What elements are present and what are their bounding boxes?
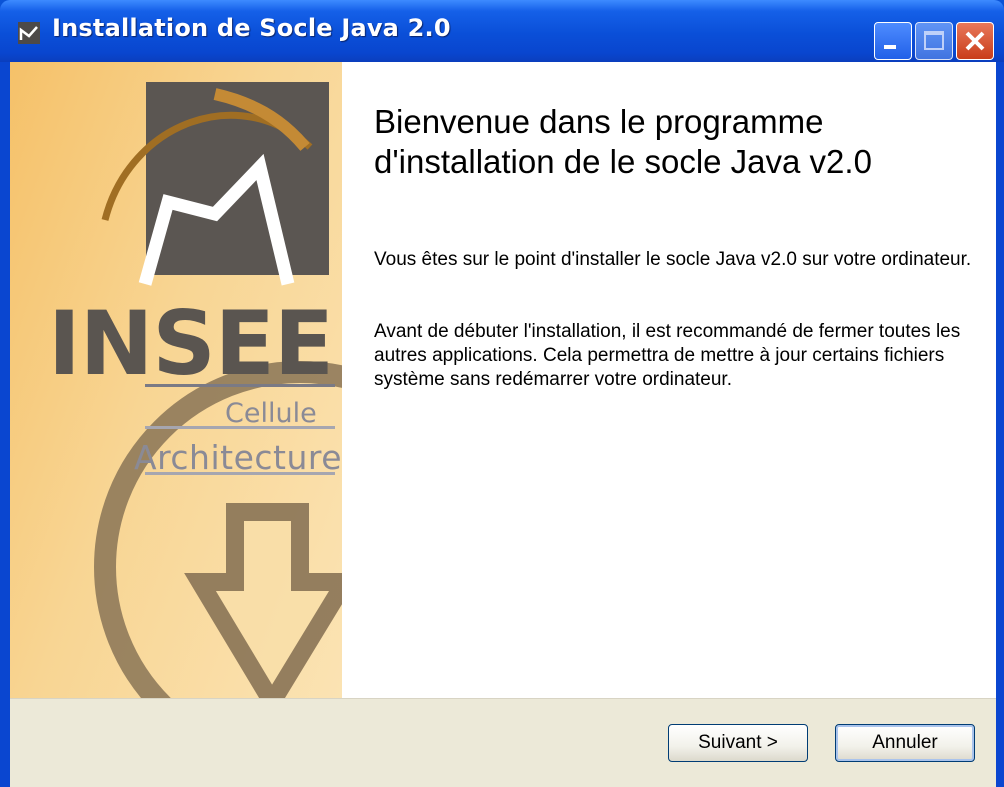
brand-logo-text: INSEE [48, 292, 334, 395]
welcome-heading: Bienvenue dans le programme d'installati… [374, 102, 974, 182]
intro-paragraph: Vous êtes sur le point d'installer le so… [374, 249, 972, 270]
recommendation-paragraph: Avant de débuter l'installation, il est … [374, 321, 961, 390]
brand-subtitle-1: Cellule [225, 398, 317, 429]
heading-line-1: Bienvenue dans le programme [374, 103, 824, 140]
minimize-icon [884, 45, 896, 49]
installer-window: Installation de Socle Java 2.0 INSEE Cel… [0, 0, 1004, 787]
window-title: Installation de Socle Java 2.0 [52, 14, 451, 42]
close-icon [965, 31, 985, 51]
close-button[interactable] [956, 22, 994, 60]
client-area: INSEE Cellule Architecture Bienvenue dan… [10, 62, 996, 787]
wizard-banner: INSEE Cellule Architecture [10, 62, 342, 698]
divider [145, 426, 335, 429]
heading-line-2: d'installation de le socle Java v2.0 [374, 143, 872, 180]
window-border-right [996, 62, 1004, 787]
divider [145, 384, 335, 387]
window-border-left [0, 62, 10, 787]
divider [145, 472, 335, 475]
maximize-button[interactable] [915, 22, 953, 60]
title-bar[interactable]: Installation de Socle Java 2.0 [0, 0, 1004, 62]
next-button[interactable]: Suivant > [668, 724, 808, 762]
maximize-icon [924, 31, 944, 50]
cancel-button[interactable]: Annuler [835, 724, 975, 762]
minimize-button[interactable] [874, 22, 912, 60]
app-icon [18, 22, 40, 44]
